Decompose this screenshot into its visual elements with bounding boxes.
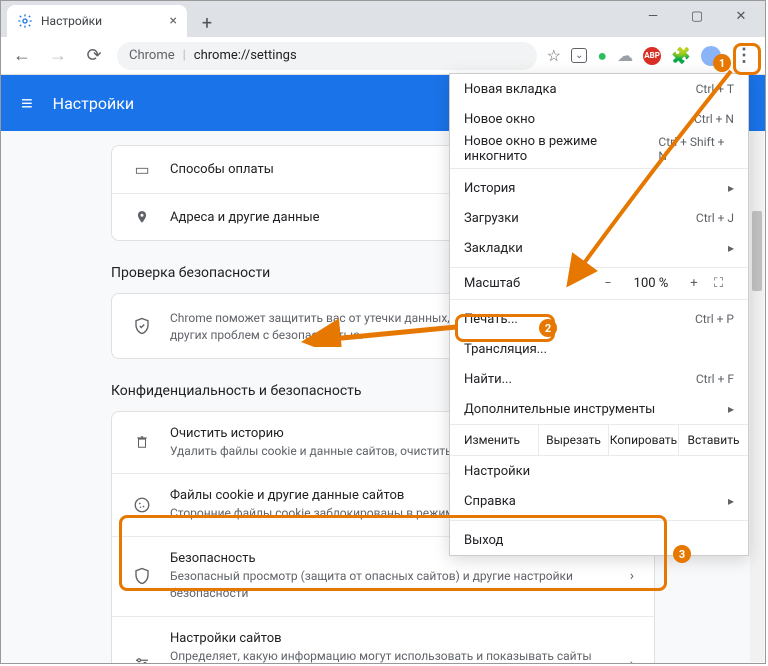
menu-cast[interactable]: Трансляция... [450, 334, 748, 364]
chevron-right-icon: › [630, 656, 634, 663]
paste-button[interactable]: Вставить [678, 425, 748, 455]
close-tab-icon[interactable]: × [170, 13, 177, 29]
chevron-right-icon: › [630, 568, 634, 584]
titlebar: Настройки × + — ▢ ✕ [1, 1, 765, 37]
reload-button[interactable]: ⟳ [81, 43, 107, 69]
evernote-icon[interactable]: ● [597, 46, 607, 66]
gear-icon [17, 13, 33, 29]
menu-settings[interactable]: Настройки [450, 456, 748, 486]
browser-toolbar: ← → ⟳ Chrome | chrome://settings ☆ ⌄ ● ☁… [1, 37, 765, 75]
star-icon[interactable]: ☆ [547, 46, 561, 65]
window-controls: — ▢ ✕ [631, 1, 763, 31]
menu-new-tab[interactable]: Новая вкладкаCtrl + T [450, 74, 748, 104]
menu-exit[interactable]: Выход [450, 525, 748, 555]
badge-3: 3 [673, 545, 691, 563]
menu-bookmarks[interactable]: Закладки▸ [450, 233, 748, 263]
site-settings-sub: Определяет, какую информацию могут испол… [170, 648, 612, 663]
zoom-in-button[interactable]: + [682, 276, 706, 291]
cloud-icon[interactable]: ☁ [617, 46, 633, 65]
extensions-icon[interactable]: 🧩 [671, 46, 691, 65]
shield-icon [132, 566, 152, 586]
new-tab-button[interactable]: + [193, 9, 221, 37]
menu-downloads[interactable]: ЗагрузкиCtrl + J [450, 203, 748, 233]
cookie-icon [132, 496, 152, 514]
chrome-menu: Новая вкладкаCtrl + T Новое окноCtrl + N… [449, 73, 749, 556]
security-sub: Безопасный просмотр (защита от опасных с… [170, 568, 612, 602]
menu-print[interactable]: Печать...Ctrl + P [450, 304, 748, 334]
badge-2: 2 [539, 319, 557, 337]
maximize-button[interactable]: ▢ [675, 1, 719, 31]
menu-edit-row: Изменить Вырезать Копировать Вставить [450, 424, 748, 456]
site-settings-row[interactable]: Настройки сайтов Определяет, какую инфор… [112, 616, 654, 663]
close-window-button[interactable]: ✕ [719, 1, 763, 31]
zoom-out-button[interactable]: − [596, 276, 620, 291]
back-button[interactable]: ← [9, 43, 35, 69]
scrollbar[interactable] [750, 131, 764, 662]
copy-button[interactable]: Копировать [608, 425, 678, 455]
pocket-icon[interactable]: ⌄ [571, 48, 587, 63]
chrome-menu-button[interactable]: ⋮ [731, 40, 757, 72]
menu-zoom: Масштаб − 100 % + ⛶ [450, 272, 748, 295]
menu-find[interactable]: Найти...Ctrl + F [450, 364, 748, 394]
zoom-percent: 100 % [628, 276, 674, 291]
cut-button[interactable]: Вырезать [538, 425, 608, 455]
edit-label: Изменить [450, 425, 538, 455]
sliders-icon [132, 655, 152, 663]
menu-incognito[interactable]: Новое окно в режиме инкогнитоCtrl + Shif… [450, 134, 748, 164]
tab-title: Настройки [41, 14, 162, 28]
pin-icon [132, 208, 152, 226]
zoom-label: Масштаб [464, 276, 588, 291]
abp-icon[interactable]: ABP [643, 47, 661, 65]
address-bar[interactable]: Chrome | chrome://settings [117, 42, 537, 70]
minimize-button[interactable]: — [631, 1, 675, 31]
url-text: chrome://settings [194, 48, 297, 63]
fullscreen-icon[interactable]: ⛶ [714, 276, 734, 291]
badge-1: 1 [713, 54, 731, 72]
hamburger-icon[interactable]: ≡ [21, 91, 33, 116]
browser-tab[interactable]: Настройки × [7, 5, 187, 37]
settings-title: Настройки [53, 94, 134, 113]
chrome-label: Chrome [129, 48, 175, 63]
scrollbar-thumb[interactable] [752, 211, 762, 291]
menu-new-window[interactable]: Новое окноCtrl + N [450, 104, 748, 134]
menu-help[interactable]: Справка▸ [450, 486, 748, 516]
separator: | [183, 48, 186, 63]
menu-history[interactable]: История▸ [450, 173, 748, 203]
site-settings-title: Настройки сайтов [170, 631, 612, 646]
menu-more-tools[interactable]: Дополнительные инструменты▸ [450, 394, 748, 424]
shield-check-icon [132, 316, 152, 336]
card-icon: ▭ [132, 160, 152, 179]
trash-icon [132, 433, 152, 451]
forward-button: → [45, 43, 71, 69]
